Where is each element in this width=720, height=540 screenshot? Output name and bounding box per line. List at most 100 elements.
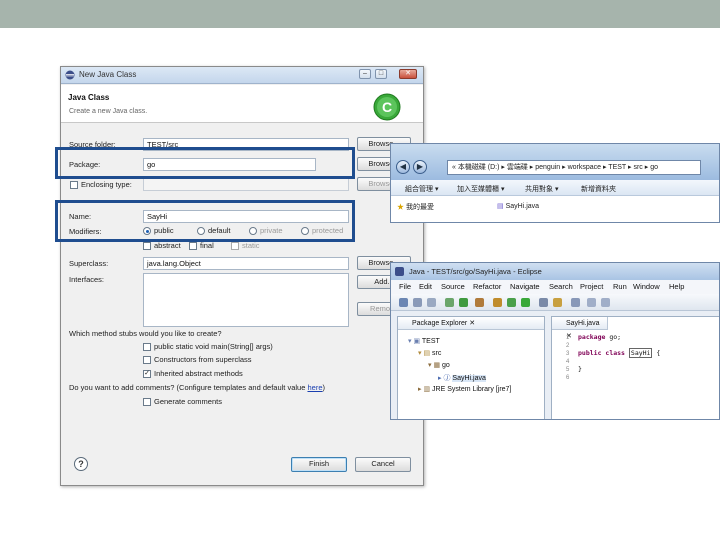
- minimize-button[interactable]: –: [359, 69, 371, 79]
- tree-package-label: go: [442, 362, 450, 369]
- superclass-label: Superclass:: [69, 259, 109, 268]
- dialog-titlebar[interactable]: New Java Class – □ ✕: [61, 67, 423, 84]
- new-package-icon[interactable]: [507, 298, 516, 307]
- stub-inherited-checkbox[interactable]: ✓: [143, 370, 151, 378]
- finish-button[interactable]: Finish: [291, 457, 347, 472]
- menu-source[interactable]: Source: [441, 282, 465, 291]
- tree-library-label: JRE System Library [jre7]: [432, 386, 512, 393]
- eclipse-window: Java - TEST/src/go/SayHi.java - Eclipse …: [390, 262, 720, 420]
- help-icon[interactable]: ?: [74, 457, 88, 471]
- eclipse-window-icon: [65, 70, 75, 80]
- back-arrow-icon[interactable]: ◀: [396, 160, 410, 174]
- cancel-button[interactable]: Cancel: [355, 457, 411, 472]
- code-line-package: package go;: [578, 333, 621, 341]
- tree-src-label: src: [432, 350, 442, 357]
- close-brace: }: [578, 365, 582, 373]
- tree-project-label: TEST: [421, 338, 440, 345]
- explorer-share-menu[interactable]: 共用對象 ▾: [525, 184, 558, 194]
- class-name: SayHi: [628, 348, 653, 358]
- tree-package-item[interactable]: ▾ ▦ go: [428, 361, 450, 369]
- dialog-description: Create a new Java class.: [69, 108, 148, 115]
- comments-question-suffix: ): [322, 383, 326, 392]
- annotation-icon[interactable]: [571, 298, 580, 307]
- name-modifiers-highlight-box: [55, 200, 355, 242]
- keyword-class: class: [605, 349, 625, 357]
- menu-search[interactable]: Search: [549, 282, 573, 291]
- interfaces-list[interactable]: [143, 273, 349, 327]
- svg-text:C: C: [382, 99, 392, 115]
- explorer-add-library-menu[interactable]: 加入至媒體櫃 ▾: [457, 184, 504, 194]
- eclipse-title: Java - TEST/src/go/SayHi.java - Eclipse: [409, 267, 542, 276]
- menu-navigate[interactable]: Navigate: [510, 282, 540, 291]
- new-java-class-dialog: New Java Class – □ ✕ Java Class Create a…: [60, 66, 424, 486]
- configure-templates-link[interactable]: here: [307, 383, 322, 392]
- tree-library-item[interactable]: ▸ ▥ JRE System Library [jre7]: [418, 385, 511, 393]
- static-label: static: [242, 241, 260, 250]
- editor-tab[interactable]: SayHi.java ✕: [552, 317, 608, 340]
- menu-file[interactable]: File: [399, 282, 411, 291]
- tree-project-item[interactable]: ▾ ▣ TEST: [408, 337, 440, 345]
- external-tools-icon[interactable]: [475, 298, 484, 307]
- run-icon[interactable]: [459, 298, 468, 307]
- menu-window[interactable]: Window: [633, 282, 660, 291]
- close-button[interactable]: ✕: [399, 69, 417, 79]
- stub-constructors-label: Constructors from superclass: [154, 355, 252, 364]
- project-folder-icon: ▾ ▣: [408, 338, 421, 345]
- code-line-class: public class SayHi {: [578, 348, 661, 358]
- explorer-file-item[interactable]: ▤ SayHi.java: [497, 202, 539, 210]
- comments-question-prefix: Do you want to add comments? (Configure …: [69, 383, 308, 392]
- menu-refactor[interactable]: Refactor: [473, 282, 501, 291]
- new-class-icon[interactable]: [521, 298, 530, 307]
- search-icon[interactable]: [553, 298, 562, 307]
- stub-constructors-checkbox[interactable]: [143, 356, 151, 364]
- java-file-icon: ▤: [497, 203, 504, 210]
- abstract-checkbox[interactable]: [143, 242, 151, 250]
- dialog-heading: Java Class: [68, 93, 110, 102]
- eclipse-menubar: File Edit Source Refactor Navigate Searc…: [391, 280, 719, 294]
- back-icon[interactable]: [587, 298, 596, 307]
- favorites-item[interactable]: ★ 我的最愛: [397, 202, 434, 212]
- comments-question: Do you want to add comments? (Configure …: [69, 383, 325, 392]
- stub-main-checkbox[interactable]: [143, 343, 151, 351]
- explorer-new-folder-button[interactable]: 新增資料夾: [581, 184, 616, 194]
- menu-edit[interactable]: Edit: [419, 282, 432, 291]
- tree-file-label: SayHi.java: [452, 375, 486, 382]
- enclosing-type-field[interactable]: [143, 178, 349, 191]
- print-icon[interactable]: [427, 298, 436, 307]
- forward-icon[interactable]: [601, 298, 610, 307]
- new-java-project-icon[interactable]: [493, 298, 502, 307]
- dialog-header: Java Class Create a new Java class. C: [61, 85, 423, 123]
- java-class-wizard-icon: C: [373, 93, 401, 121]
- enclosing-type-label: Enclosing type:: [81, 180, 132, 189]
- java-file-icon: ▸ Ⓙ: [438, 375, 451, 382]
- maximize-button[interactable]: □: [375, 69, 387, 79]
- static-checkbox[interactable]: [231, 242, 239, 250]
- menu-project[interactable]: Project: [580, 282, 603, 291]
- eclipse-titlebar[interactable]: Java - TEST/src/go/SayHi.java - Eclipse: [391, 263, 719, 280]
- debug-icon[interactable]: [445, 298, 454, 307]
- open-brace: {: [652, 349, 661, 357]
- explorer-organize-menu[interactable]: 組合管理 ▾: [405, 184, 438, 194]
- generate-comments-checkbox[interactable]: [143, 398, 151, 406]
- menu-help[interactable]: Help: [669, 282, 684, 291]
- enclosing-type-checkbox[interactable]: [70, 181, 78, 189]
- stub-inherited-label: Inherited abstract methods: [154, 369, 243, 378]
- star-icon: ★: [397, 204, 404, 211]
- final-checkbox[interactable]: [189, 242, 197, 250]
- superclass-field[interactable]: java.lang.Object: [143, 257, 349, 270]
- new-icon[interactable]: [399, 298, 408, 307]
- forward-arrow-icon[interactable]: ▶: [413, 160, 427, 174]
- explorer-address-bar[interactable]: « 本機磁碟 (D:) ▸ 雲端碟 ▸ penguin ▸ workspace …: [447, 160, 701, 175]
- tree-file-item[interactable]: ▸ Ⓙ SayHi.java: [438, 373, 486, 383]
- package-name: go;: [605, 333, 622, 341]
- menu-run[interactable]: Run: [613, 282, 627, 291]
- package-explorer-tab[interactable]: Package Explorer ✕: [398, 317, 544, 330]
- dialog-title: New Java Class: [79, 70, 137, 79]
- save-icon[interactable]: [413, 298, 422, 307]
- line-number: 1: [566, 335, 570, 341]
- tree-src-item[interactable]: ▾ ▤ src: [418, 349, 441, 357]
- open-type-icon[interactable]: [539, 298, 548, 307]
- java-editor[interactable]: SayHi.java ✕ 1 2 3 4 5 6 package go; pub…: [551, 316, 719, 419]
- code-line-close: }: [578, 365, 582, 373]
- line-number: 3: [566, 351, 570, 357]
